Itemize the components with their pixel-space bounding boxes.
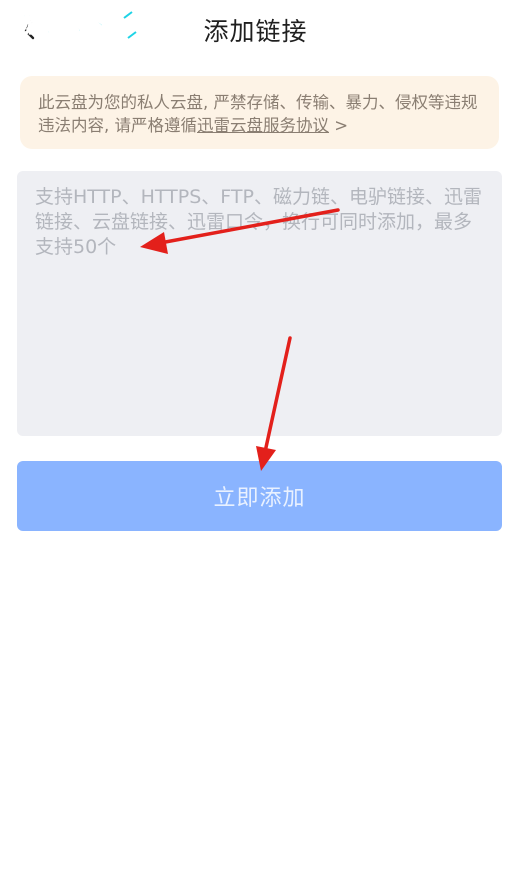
top-bar: 添加链接 [0, 0, 511, 60]
service-agreement-link[interactable]: 迅雷云盘服务协议 [197, 116, 329, 135]
notice-banner: 此云盘为您的私人云盘, 严禁存储、传输、暴力、侵权等违规违法内容, 请严格遵循迅… [20, 76, 499, 149]
add-now-button[interactable]: 立即添加 [17, 461, 502, 531]
page-title: 添加链接 [203, 17, 308, 46]
notice-arrow[interactable]: > [329, 116, 348, 135]
link-input[interactable] [17, 171, 502, 436]
